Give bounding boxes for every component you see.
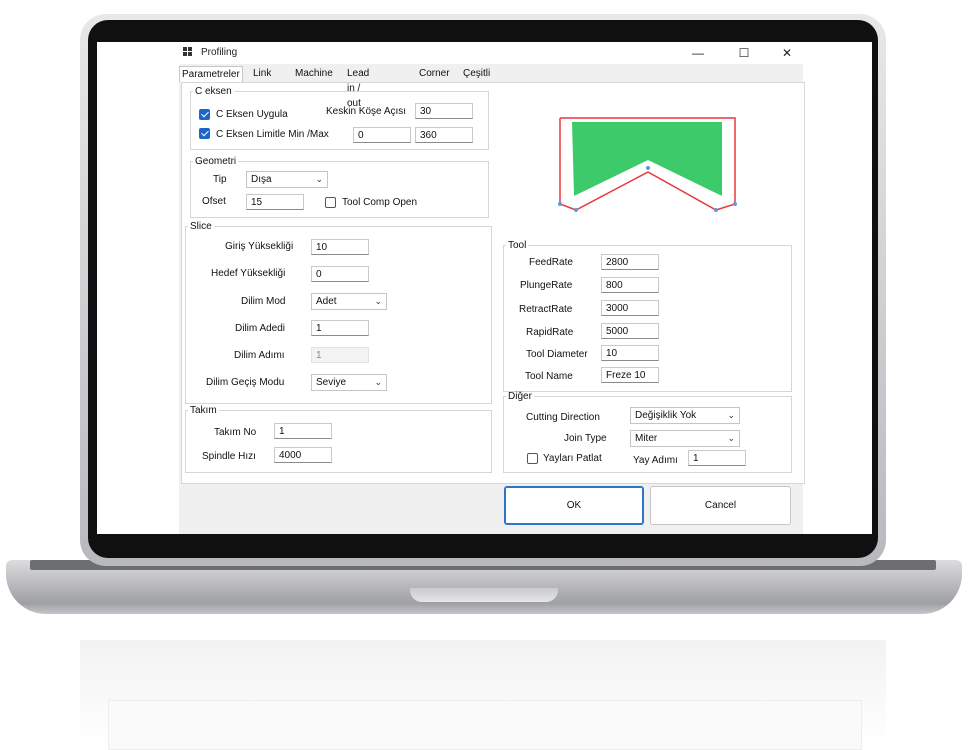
hedef-yuksekligi-label: Hedef Yüksekliği — [211, 268, 286, 279]
takim-group: Takım — [185, 405, 492, 473]
tab-corner[interactable]: Corner — [417, 66, 452, 81]
tool-legend: Tool — [508, 240, 527, 251]
cutting-direction-value: Değişiklik Yok — [635, 410, 697, 421]
plungerate-label: PlungeRate — [520, 280, 573, 291]
dilim-adimi-label: Dilim Adımı — [234, 350, 285, 361]
diger-legend: Diğer — [508, 391, 532, 402]
laptop-notch — [410, 588, 558, 602]
yaylari-patlat-label: Yayları Patlat — [543, 453, 602, 464]
laptop-screen: Profiling — ☐ ✕ Parametreler Link Machin… — [97, 42, 872, 534]
ok-button[interactable]: OK — [504, 486, 644, 525]
rapidrate-input[interactable]: 5000 — [601, 323, 659, 339]
tool-comp-label: Tool Comp Open — [342, 197, 418, 208]
dilim-adedi-input[interactable]: 1 — [311, 320, 369, 336]
close-button[interactable]: ✕ — [777, 44, 797, 62]
dilim-gecis-modu-value: Seviye — [316, 377, 347, 388]
ofset-label: Ofset — [202, 196, 226, 207]
tab-link[interactable]: Link — [251, 66, 273, 81]
maximize-button[interactable]: ☐ — [734, 44, 754, 62]
tool-name-input[interactable]: Freze 10 — [601, 367, 659, 383]
yay-adimi-label: Yay Adımı — [633, 455, 678, 466]
slice-legend: Slice — [190, 221, 212, 232]
app-icon — [183, 47, 193, 57]
join-type-label: Join Type — [564, 433, 607, 444]
tip-select[interactable]: Dışa ⌄ — [246, 171, 328, 188]
takim-no-label: Takım No — [214, 427, 257, 438]
geometri-group: Geometri — [190, 156, 489, 218]
cutting-direction-label: Cutting Direction — [526, 412, 600, 423]
keskin-kose-label: Keskin Köşe Açısı — [326, 106, 407, 117]
c-eksen-limitle-label: C Eksen Limitle Min /Max — [216, 129, 329, 140]
vertex-point — [574, 208, 578, 212]
retractrate-label: RetractRate — [519, 304, 573, 315]
window-title: Profiling — [201, 47, 238, 58]
yay-adimi-input[interactable]: 1 — [688, 450, 746, 466]
dilim-adimi-input: 1 — [311, 347, 369, 363]
spindle-hizi-label: Spindle Hızı — [202, 451, 256, 462]
chevron-down-icon: ⌄ — [374, 377, 382, 387]
vertex-point — [646, 166, 650, 170]
cutting-direction-select[interactable]: Değişiklik Yok ⌄ — [630, 407, 740, 424]
c-max-input[interactable]: 360 — [415, 127, 473, 143]
tab-machine[interactable]: Machine — [293, 66, 335, 81]
geometri-legend: Geometri — [195, 156, 237, 167]
feedrate-input[interactable]: 2800 — [601, 254, 659, 270]
vertex-point — [714, 208, 718, 212]
hedef-yuksekligi-input[interactable]: 0 — [311, 266, 369, 282]
c-eksen-limitle-checkbox[interactable] — [199, 128, 210, 139]
profile-shape-fill — [572, 122, 722, 196]
profile-preview — [558, 117, 737, 212]
join-type-value: Miter — [635, 433, 658, 444]
c-eksen-uygula-checkbox[interactable] — [199, 109, 210, 120]
keskin-kose-input[interactable]: 30 — [415, 103, 473, 119]
c-eksen-uygula-label: C Eksen Uygula — [216, 109, 288, 120]
c-eksen-legend: C eksen — [195, 86, 232, 97]
takim-no-input[interactable]: 1 — [274, 423, 332, 439]
feedrate-label: FeedRate — [529, 257, 573, 268]
rapidrate-label: RapidRate — [526, 327, 574, 338]
dilim-mod-label: Dilim Mod — [241, 296, 286, 307]
tab-lead-in-out[interactable]: Lead in / out — [345, 66, 371, 109]
giris-yuksekligi-label: Giriş Yüksekliği — [225, 241, 294, 252]
plungerate-input[interactable]: 800 — [601, 277, 659, 293]
chevron-down-icon: ⌄ — [727, 410, 735, 420]
tool-diameter-input[interactable]: 10 — [601, 345, 659, 361]
tip-label: Tip — [213, 174, 227, 185]
spindle-hizi-input[interactable]: 4000 — [274, 447, 332, 463]
dilim-mod-value: Adet — [316, 296, 337, 307]
dilim-gecis-modu-label: Dilim Geçiş Modu — [206, 377, 285, 388]
takim-legend: Takım — [190, 405, 217, 416]
chevron-down-icon: ⌄ — [315, 174, 323, 184]
dilim-mod-select[interactable]: Adet ⌄ — [311, 293, 387, 310]
dilim-adedi-label: Dilim Adedi — [235, 323, 286, 334]
tab-parametreler[interactable]: Parametreler — [179, 66, 243, 82]
tool-diameter-label: Tool Diameter — [526, 349, 588, 360]
c-min-input[interactable]: 0 — [353, 127, 411, 143]
chevron-down-icon: ⌄ — [727, 433, 735, 443]
chevron-down-icon: ⌄ — [374, 296, 382, 306]
cancel-button[interactable]: Cancel — [650, 486, 791, 525]
tool-name-label: Tool Name — [525, 371, 573, 382]
join-type-select[interactable]: Miter ⌄ — [630, 430, 740, 447]
tab-cesitli[interactable]: Çeşitli — [461, 66, 492, 81]
dilim-gecis-modu-select[interactable]: Seviye ⌄ — [311, 374, 387, 391]
minimize-button[interactable]: — — [688, 44, 708, 62]
tool-comp-checkbox[interactable] — [325, 197, 336, 208]
tip-select-value: Dışa — [251, 174, 272, 185]
laptop-reflection-screen — [108, 700, 862, 750]
vertex-point — [733, 202, 737, 206]
giris-yuksekligi-input[interactable]: 10 — [311, 239, 369, 255]
vertex-point — [558, 202, 562, 206]
ofset-input[interactable]: 15 — [246, 194, 304, 210]
retractrate-input[interactable]: 3000 — [601, 300, 659, 316]
yaylari-patlat-checkbox[interactable] — [527, 453, 538, 464]
